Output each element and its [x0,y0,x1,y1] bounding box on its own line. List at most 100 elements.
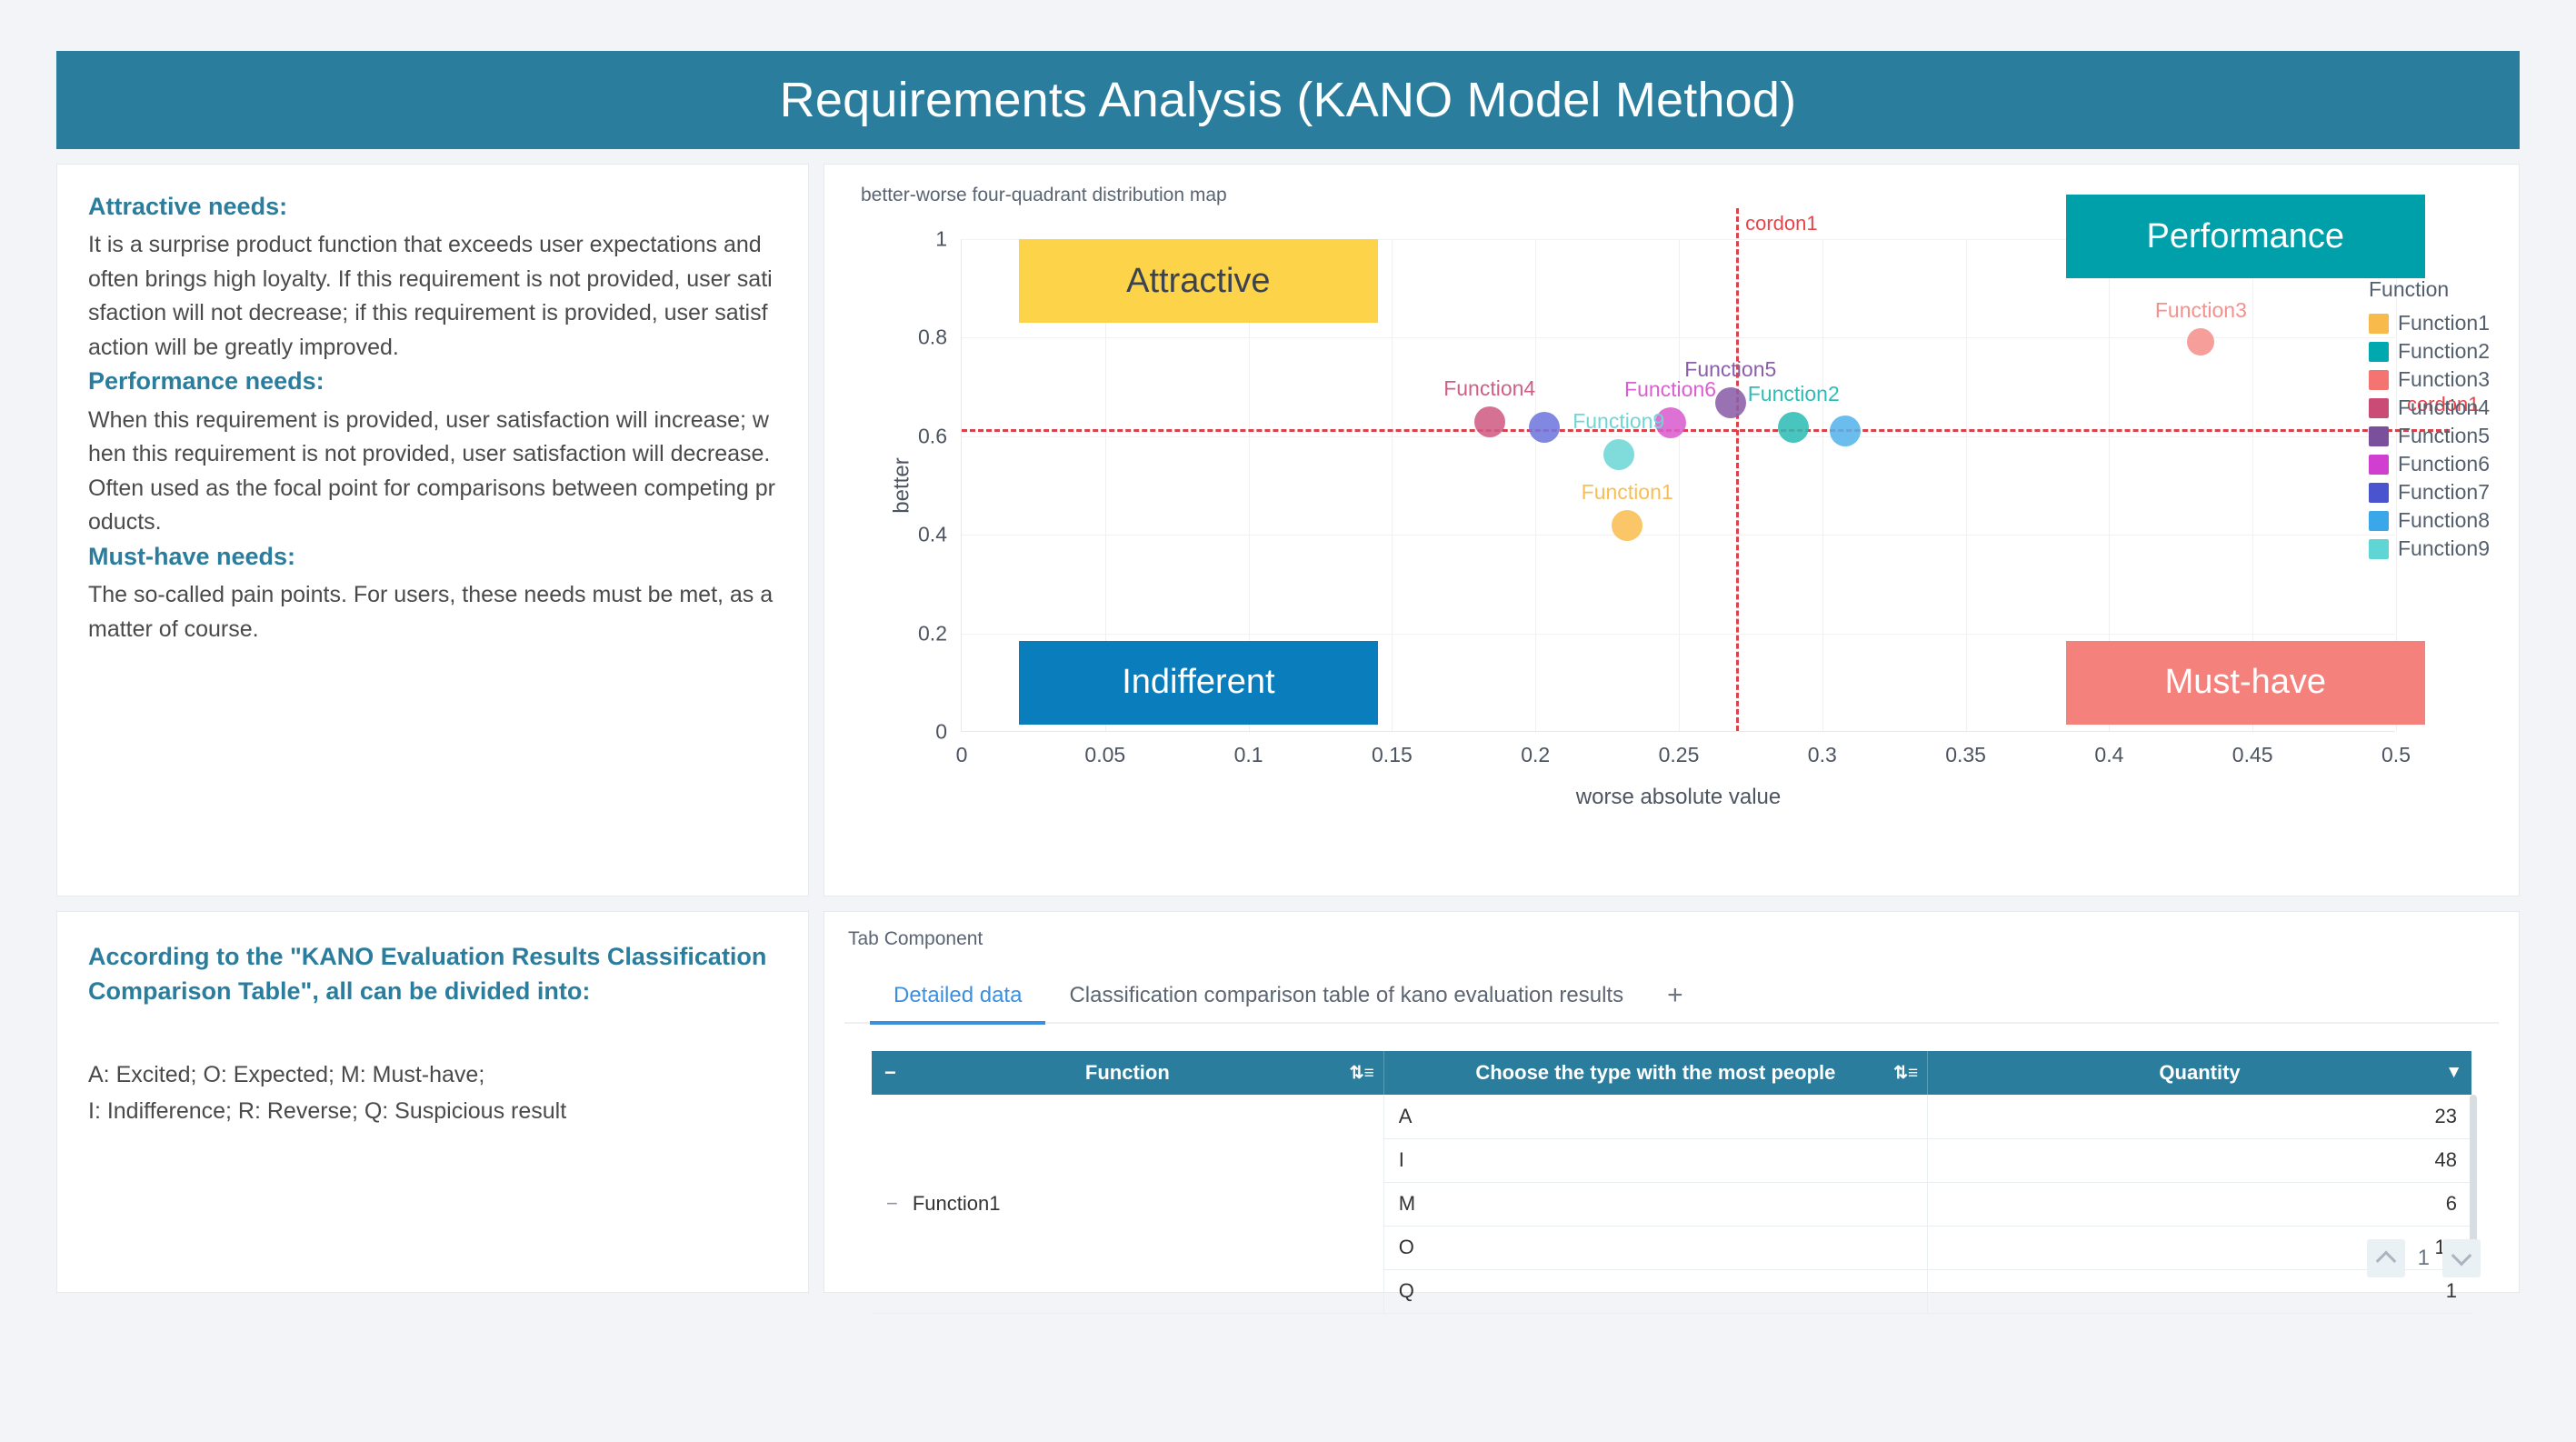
filter-caret-icon[interactable]: ▼ [2445,1063,2462,1083]
table-cell-type: A [1383,1095,1929,1139]
scatter-point-label-function3: Function3 [2154,297,2247,322]
legend-swatch-icon [2368,538,2389,559]
legend-swatch-icon [2368,397,2389,418]
legend-swatch-icon [2368,313,2389,334]
page-header: Requirements Analysis (KANO Model Method… [56,51,2520,149]
legend-swatch-icon [2368,510,2389,531]
scatter-point-function4[interactable] [1473,406,1505,437]
right-column: better-worse four-quadrant distribution … [824,164,2520,1314]
y-axis-tick-label: 0.2 [918,621,947,646]
column-header-quantity[interactable]: Quantity ▼ [1927,1051,2471,1095]
legend-swatch-icon [2368,369,2389,390]
quadrant-label-performance: Performance [2066,195,2425,279]
definition-body: When this requirement is provided, user … [88,406,775,536]
tab-classification-comparison[interactable]: Classification comparison table of kano … [1045,974,1647,1025]
chevron-down-icon [2451,1245,2472,1267]
chart-body: 0 0.05 0.1 0.15 0.2 0.25 0.3 0.35 0.4 0.45 0.5 0 0.2… [844,195,2499,854]
tab-detailed-data[interactable]: Detailed data [870,974,1046,1025]
definition-heading: Must-have needs: [88,542,296,570]
scatter-point-function5[interactable] [1714,386,1746,418]
quadrant-label-attractive: Attractive [1019,239,1378,324]
x-axis-tick-label: 0.45 [2232,743,2273,766]
x-axis-label: worse absolute value [1575,785,1782,809]
cordon-horizontal-line [962,428,2450,432]
legend-item-function7[interactable]: Function7 [2368,480,2490,505]
legend-item-label: Function3 [2397,367,2490,391]
definition-body: The so-called pain points. For users, th… [88,582,774,642]
cordon-vertical-label: cordon1 [1745,212,1818,235]
next-page-button[interactable] [2442,1239,2481,1277]
legend-item-function4[interactable]: Function4 [2368,396,2490,420]
legend-swatch-icon [2368,341,2389,362]
chevron-up-icon [2375,1250,2396,1272]
legend-swatch-icon [2368,426,2389,446]
pagination: 1 [2366,1239,2481,1277]
collapse-all-icon[interactable]: − [884,1061,896,1085]
scatter-point-function3[interactable] [2187,327,2215,355]
table-cell-type: O [1383,1226,1929,1270]
scatter-point-function8[interactable] [1830,416,1862,447]
y-axis-label: better [889,456,914,514]
page-title: Requirements Analysis (KANO Model Method… [779,73,1797,127]
scatter-point-function2[interactable] [1778,412,1810,444]
app-root: Requirements Analysis (KANO Model Method… [0,0,2576,1442]
legend-item-label: Function8 [2397,508,2490,532]
scatter-point-function7[interactable] [1528,412,1560,444]
chart-legend: Function Function1 Function2 Function3 Func… [2368,277,2490,565]
definition-must-have: Must-have needs: The so-called pain poin… [88,540,777,646]
table-body: −Function1A23I48M6O16Q1 [872,1095,2471,1314]
table-row[interactable]: − Function1 A 23 [872,1095,2471,1314]
main-grid: Attractive needs: It is a surprise produ… [56,164,2520,1314]
table-cell-type: M [1383,1182,1929,1227]
sort-icon[interactable]: ⇅≡ [1893,1063,1918,1084]
quadrant-label-indifferent: Indifferent [1019,640,1378,725]
legend-item-function6[interactable]: Function6 [2368,452,2490,476]
x-axis-tick-label: 0.35 [1945,743,1986,766]
detailed-data-table: − Function ⇅≡ Choose the type with the m… [872,1051,2471,1314]
legend-swatch-icon [2368,454,2389,475]
legend-title: Function [2368,277,2450,301]
y-axis-tick-label: 0.8 [918,325,947,349]
table-cell-type: Q [1383,1269,1929,1314]
sort-icon[interactable]: ⇅≡ [1350,1063,1374,1084]
legend-item-function2[interactable]: Function2 [2368,339,2490,364]
table-cell-quantity: 48 [1927,1138,2471,1183]
column-header-function[interactable]: − Function ⇅≡ [872,1051,1384,1095]
column-header-label: Choose the type with the most people [1475,1061,1836,1084]
column-header-type[interactable]: Choose the type with the most people ⇅≡ [1383,1051,1929,1095]
classification-note-card: According to the "KANO Evaluation Result… [56,911,809,1293]
classification-legend-line-1: A: Excited; O: Expected; M: Must-have; [88,1061,485,1087]
x-axis-tick-label: 0.15 [1372,743,1413,766]
gridline-horizontal [962,337,2395,339]
scatter-point-function1[interactable] [1612,510,1643,542]
x-axis-tick-label: 0 [955,743,968,766]
table-cell-type: I [1383,1138,1929,1183]
gridline-horizontal [962,436,2395,437]
classification-legend-line-2: I: Indifference; R: Reverse; Q: Suspicio… [88,1098,567,1125]
legend-item-function9[interactable]: Function9 [2368,536,2490,561]
left-column: Attractive needs: It is a surprise produ… [56,164,809,1293]
cordon-vertical-line [1736,208,1740,731]
legend-item-function5[interactable]: Function5 [2368,424,2490,448]
collapse-group-icon[interactable]: − [886,1192,898,1216]
x-axis-tick-label: 0.4 [2094,743,2124,766]
y-axis-tick-label: 0.6 [918,424,947,448]
page-number: 1 [2417,1246,2430,1270]
gridline-vertical [1535,239,1537,731]
gridline-vertical [1965,239,1967,731]
scatter-point-label-function1: Function1 [1581,480,1673,505]
column-header-label: Quantity [2159,1061,2241,1084]
legend-item-function8[interactable]: Function8 [2368,508,2490,533]
x-axis-tick-label: 0.05 [1084,743,1126,766]
add-tab-icon[interactable]: + [1647,976,1703,1022]
table-cell-function-group: − Function1 [872,1095,1384,1314]
prev-page-button[interactable] [2366,1239,2405,1277]
legend-item-function3[interactable]: Function3 [2368,367,2490,392]
gridline-horizontal [962,535,2395,536]
legend-item-function1[interactable]: Function1 [2368,311,2490,335]
quadrant-chart-card: better-worse four-quadrant distribution … [824,164,2520,896]
table-cell-quantity: 23 [1927,1095,2471,1139]
scatter-point-function9[interactable] [1603,439,1634,471]
legend-item-label: Function1 [2397,311,2490,335]
scatter-point-label-function4: Function4 [1443,376,1536,400]
